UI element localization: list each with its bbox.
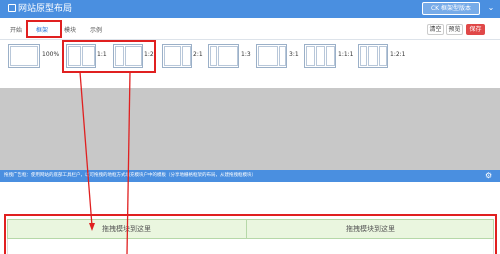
- layout-100[interactable]: [8, 44, 40, 68]
- layout-selection-highlight: [62, 40, 156, 73]
- canvas-area: [0, 88, 500, 170]
- layout-label-2-1: 2:1: [193, 51, 203, 58]
- layout-label-1-3: 1:3: [241, 51, 251, 58]
- dropzone-left[interactable]: 拖拽模块到这里: [7, 219, 246, 239]
- dropzone-body: [7, 239, 494, 254]
- window-title: 网站原型布局: [8, 3, 72, 15]
- layout-icon: [8, 4, 16, 12]
- layout-1-2-1[interactable]: [358, 44, 388, 68]
- clear-button[interactable]: 清空: [427, 24, 444, 35]
- preview-button[interactable]: 预览: [446, 24, 463, 35]
- layout-label-100: 100%: [42, 51, 60, 58]
- layout-label-1-2-1: 1:2:1: [390, 51, 406, 58]
- tab-example[interactable]: 示例: [90, 26, 102, 36]
- window-title-text: 网站原型布局: [18, 4, 73, 14]
- layout-label-3-1: 3:1: [289, 51, 299, 58]
- layout-1-3[interactable]: [208, 44, 239, 68]
- tab-frame-highlight: [26, 20, 62, 38]
- dropzone-right[interactable]: 拖拽模块到这里: [247, 219, 494, 239]
- info-text: 拖拽广告框：使用网站的底部工具栏户，以可拖拽的地框方式填充模块户中的模板（分享地…: [4, 173, 256, 178]
- layout-2-1[interactable]: [162, 44, 192, 68]
- version-button[interactable]: CK 框架型版本: [422, 2, 480, 15]
- tab-module[interactable]: 模块: [64, 26, 76, 36]
- layout-1-1-1[interactable]: [304, 44, 336, 68]
- layout-label-1-1-1: 1:1:1: [338, 51, 354, 58]
- tab-start[interactable]: 开始: [10, 26, 22, 36]
- chevron-down-icon[interactable]: ⌄: [485, 2, 497, 14]
- gear-icon[interactable]: ⚙: [485, 171, 492, 181]
- save-button[interactable]: 保存: [466, 24, 485, 35]
- layout-3-1[interactable]: [256, 44, 287, 68]
